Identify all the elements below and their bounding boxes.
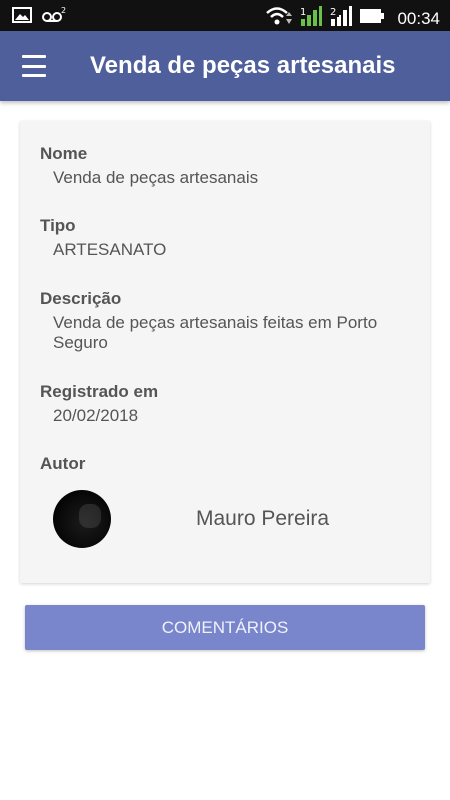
signal-icon: 1 — [299, 5, 323, 32]
signal-2-icon: 2 — [329, 5, 353, 32]
svg-text:2: 2 — [61, 6, 66, 15]
voicemail-icon: 2 — [42, 6, 66, 29]
clock: 00:34 — [397, 8, 440, 28]
status-bar: 2 1 2 00:34 — [0, 0, 450, 31]
details-card: Nome Venda de peças artesanais Tipo ARTE… — [20, 121, 430, 583]
svg-text:1: 1 — [300, 7, 306, 18]
author-label: Autor — [40, 454, 86, 473]
description-label: Descrição — [40, 289, 122, 308]
menu-icon[interactable] — [14, 51, 54, 81]
wifi-icon — [265, 6, 293, 31]
type-value: ARTESANATO — [53, 240, 167, 259]
page-title: Venda de peças artesanais — [90, 52, 396, 79]
battery-icon — [359, 7, 385, 30]
registered-value: 20/02/2018 — [53, 406, 139, 425]
name-value: Venda de peças artesanais — [53, 168, 259, 187]
avatar — [53, 490, 111, 548]
registered-label: Registrado em — [40, 382, 159, 401]
photo-icon — [12, 7, 32, 28]
author-name: Mauro Pereira — [196, 507, 330, 530]
description-value: Venda de peças artesanais feitas em Port… — [53, 313, 378, 352]
type-label: Tipo — [40, 216, 76, 235]
svg-text:2: 2 — [330, 7, 336, 18]
name-label: Nome — [40, 144, 88, 163]
app-bar: Venda de peças artesanais — [0, 31, 450, 101]
comments-button[interactable]: COMENTÁRIOS — [25, 605, 425, 650]
